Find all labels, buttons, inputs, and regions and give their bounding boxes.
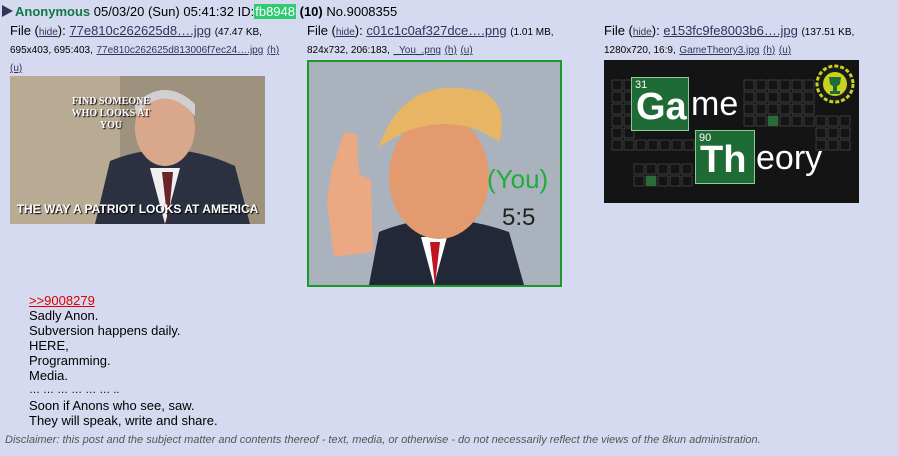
disclaimer-text: Disclaimer: this post and the subject ma…: [5, 434, 761, 446]
file-info-3: File (hide): e153fc9fe8003b6….jpg (137.5…: [604, 23, 894, 59]
paren: ):: [354, 23, 363, 38]
file-dimensions: 1280x720, 16:9,: [604, 45, 676, 56]
hide-link[interactable]: hide: [633, 27, 652, 38]
u-link[interactable]: (u): [460, 45, 472, 56]
post-header: Anonymous 05/03/20 (Sun) 05:41:32 ID:fb8…: [2, 4, 397, 20]
you-overlay-text: (You): [487, 164, 549, 194]
paren: ):: [651, 23, 660, 38]
original-name-link[interactable]: GameTheory3.jpg: [679, 45, 759, 56]
thumbnail-patriot-meme[interactable]: FIND SOMEONE WHO LOOKS AT YOU THE WAY A …: [10, 76, 265, 224]
original-name-link[interactable]: 77e810c262625d813006f7ec24….jpg: [96, 45, 263, 56]
h-link[interactable]: (h): [763, 45, 775, 56]
post-body: >>9008279 Sadly Anon. Subversion happens…: [29, 293, 218, 428]
h-link[interactable]: (h): [267, 45, 279, 56]
paren: ):: [57, 23, 66, 38]
file-label: File (: [604, 23, 633, 38]
title-eory: eory: [756, 139, 823, 177]
thumbnail-thumbs-up[interactable]: (You) 5:5: [307, 60, 562, 287]
body-line: They will speak, write and share.: [29, 413, 218, 428]
hide-link[interactable]: hide: [39, 27, 58, 38]
h-link[interactable]: (h): [445, 45, 457, 56]
poster-name: Anonymous: [15, 4, 91, 19]
element-symbol-th: Th: [700, 139, 747, 181]
element-tile-th: 90 Th: [695, 130, 755, 184]
title-me: me: [691, 85, 739, 123]
file-dimensions: 695x403, 695:403,: [10, 45, 93, 56]
u-link[interactable]: (u): [779, 45, 791, 56]
score-overlay-text: 5:5: [502, 204, 536, 231]
file-label: File (: [10, 23, 39, 38]
post-date: 05/03/20 (Sun) 05:41:32: [93, 4, 234, 19]
body-line: Soon if Anons who see, saw.: [29, 398, 195, 413]
body-line: … … … … … … ..: [29, 384, 120, 396]
meme-caption-bottom: THE WAY A PATRIOT LOOKS AT AMERICA: [16, 202, 259, 216]
u-link[interactable]: (u): [10, 63, 22, 74]
hide-link[interactable]: hide: [336, 27, 355, 38]
meme-caption-top: FIND SOMEONE WHO LOOKS AT YOU: [71, 96, 151, 131]
file-size: (47.47 KB,: [214, 27, 262, 38]
element-tile-ga: 31 Ga: [631, 77, 689, 131]
post-number[interactable]: No.9008355: [326, 4, 397, 19]
poster-id[interactable]: fb8948: [254, 4, 296, 19]
id-label: ID:: [237, 4, 255, 19]
element-symbol-ga: Ga: [636, 86, 687, 128]
body-line: HERE,: [29, 338, 69, 353]
file-name-link[interactable]: c01c1c0af327dce….png: [366, 23, 506, 38]
file-name-link[interactable]: e153fc9fe8003b6….jpg: [663, 23, 797, 38]
file-size: (1.01 MB,: [510, 27, 554, 38]
file-dimensions: 824x732, 206:183,: [307, 45, 390, 56]
trophy-badge-icon: [815, 64, 855, 104]
file-info-1: File (hide): 77e810c262625d8….jpg (47.47…: [10, 23, 300, 77]
body-line: Media.: [29, 368, 69, 383]
body-line: Programming.: [29, 353, 111, 368]
body-line: Sadly Anon.: [29, 308, 99, 323]
file-name-link[interactable]: 77e810c262625d8….jpg: [69, 23, 211, 38]
file-info-2: File (hide): c01c1c0af327dce….png (1.01 …: [307, 23, 592, 59]
reply-quote-link[interactable]: >>9008279: [29, 293, 218, 308]
reply-count: (10): [299, 4, 323, 19]
file-label: File (: [307, 23, 336, 38]
file-size: (137.51 KB,: [801, 27, 855, 38]
collapse-triangle-icon[interactable]: [2, 5, 13, 17]
original-name-link[interactable]: _You_.png: [393, 45, 440, 56]
body-line: Subversion happens daily.: [29, 323, 181, 338]
thumbnail-game-theory[interactable]: 31 Ga me 90 Th eory: [604, 60, 859, 203]
